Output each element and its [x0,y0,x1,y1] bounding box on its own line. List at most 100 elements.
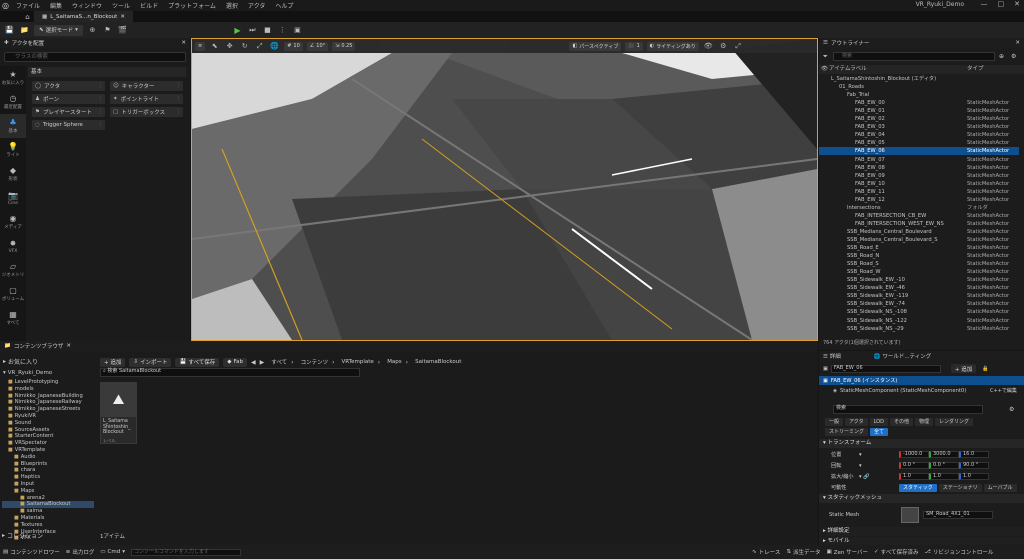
folder-tree-item[interactable]: ■ RyukiVR [2,413,94,420]
tab-rendering[interactable]: レンダリング [935,418,974,426]
visibility-column-icon[interactable]: 👁 [819,65,829,74]
panel-close-icon[interactable]: ✕ [66,343,71,349]
favorites-header[interactable]: ▸ お気に入り [0,356,95,366]
revision-control-button[interactable]: ⎇ リビジョンコントロール [925,548,994,556]
show-flags-icon[interactable]: 👁 [703,41,714,52]
translate-tool-icon[interactable]: ✥ [224,41,235,52]
viewport-scene[interactable] [192,39,817,340]
output-log-button[interactable]: ≡ 出力ログ [66,548,95,556]
drag-handle-icon[interactable]: ⋮ [98,122,104,128]
breadcrumb-vrtemplate[interactable]: VRTemplate [342,359,374,365]
folder-tree-item[interactable]: ■ Nimikko_JapaneseRailway [2,399,94,406]
close-icon[interactable]: ✕ [1014,0,1020,8]
level-tab[interactable]: ▦ L_SaitamaS...n_Blockout ✕ [34,11,133,22]
actor-item[interactable]: ♟ ポーン ⋮ [32,94,105,104]
scale-tool-icon[interactable]: ⤢ [254,41,265,52]
mobility-stationary[interactable]: ステーショナリ [938,483,982,492]
actor-item[interactable]: ▢ トリガーボックス ⋮ [110,107,183,117]
snap-angle-button[interactable]: ∠ 10° [306,41,329,51]
breadcrumb-maps[interactable]: Maps [387,359,401,365]
outliner-row[interactable]: SSB_Road_W StaticMeshActor [819,268,1019,276]
speed-button[interactable]: 🎥 1 [625,41,643,51]
breadcrumb-saitamablockout[interactable]: SaitamaBlockout [415,359,461,365]
outliner-row[interactable]: FAB_INTERSECTION_WEST_EW_NS StaticMeshAct… [819,220,1019,228]
add-content-icon[interactable]: ⊕ [87,25,98,36]
blueprint-icon[interactable]: ⚑ [102,25,113,36]
category-cine[interactable]: 📷 Cine [0,186,26,210]
menu-tools[interactable]: ツール [107,1,135,10]
menu-build[interactable]: ビルド [135,1,163,10]
location-z[interactable]: 16.0 [959,451,989,458]
play-options-icon[interactable]: ⋮ [277,25,288,36]
perspective-button[interactable]: ◧ パースペクティブ [569,41,622,51]
folder-tree-item[interactable]: ■ models [2,386,94,393]
folder-tree-item[interactable]: ■ chara [2,467,94,474]
maximize-viewport-icon[interactable]: ⤢ [733,41,744,52]
drag-handle-icon[interactable]: ⋮ [98,83,104,89]
outliner-row[interactable]: FAB_EW_03 StaticMeshActor [819,123,1019,131]
outliner-row[interactable]: FAB_EW_02 StaticMeshActor [819,115,1019,123]
folder-tree-item[interactable]: ■ Materials [2,515,94,522]
cinematics-icon[interactable]: 🎬 [117,25,128,36]
actor-item[interactable]: ✦ ポイントライト ⋮ [110,94,183,104]
add-component-button[interactable]: + 追加 [950,364,977,373]
outliner-row[interactable]: FAB_EW_06 StaticMeshActor [819,147,1019,156]
folder-tree-item[interactable]: ■ Blueprints [2,461,94,468]
outliner-row[interactable]: Fab_Trial [819,91,1019,99]
outliner-row[interactable]: FAB_EW_07 StaticMeshActor [819,156,1019,164]
actor-item[interactable]: ☺ キャラクター ⋮ [110,81,183,91]
snap-scale-button[interactable]: ⇲ 0.25 [332,41,356,51]
outliner-row[interactable]: FAB_EW_11 StaticMeshActor [819,188,1019,196]
tab-physics[interactable]: 物理 [915,418,934,426]
tab-actor[interactable]: アクタ [845,418,868,426]
content-search-input[interactable]: ⌕ 検索 SaitamaBlockout [100,368,360,377]
browse-icon[interactable]: 📁 [19,25,30,36]
rotation-x[interactable]: 0.0 ° [899,462,929,469]
panel-close-icon[interactable]: ✕ [1015,40,1020,46]
actor-name-field[interactable]: FAB_EW_06 [830,364,941,373]
outliner-row[interactable]: SSB_Road_E StaticMeshActor [819,244,1019,252]
outliner-row[interactable]: Intersections フォルダ [819,204,1019,212]
outliner-row[interactable]: SSB_Sidewalk_EW_-119 StaticMeshActor [819,292,1019,300]
menu-select[interactable]: 選択 [221,1,243,10]
outliner-row[interactable]: L_SaitamaShintoshin_Blockout (エディタ) [819,75,1019,83]
folder-tree-item[interactable]: ■ SaitamaBlockout [2,501,94,509]
menu-actor[interactable]: アクタ [243,1,270,10]
menu-file[interactable]: ファイル [11,1,45,10]
details-settings-icon[interactable]: ⚙ [1009,406,1014,413]
mobility-movable[interactable]: ムーバブル [983,483,1017,492]
world-local-icon[interactable]: 🌐 [269,41,280,52]
outliner-row[interactable]: SSB_Sidewalk_EW_-74 StaticMeshActor [819,300,1019,308]
folder-tree-item[interactable]: ■ LevelPrototyping [2,379,94,386]
asset-tile[interactable]: ⛰ L_Saitama Shintoshin_ Blockout レベル [100,382,137,444]
static-mesh-dropdown[interactable]: SM_Road_4X1_01 [923,511,993,519]
add-button[interactable]: + 追加 [100,357,126,367]
tab-lod[interactable]: LOD [869,418,888,426]
folder-tree-item[interactable]: ■ Textures [2,522,94,529]
drag-handle-icon[interactable]: ⋮ [98,109,104,115]
scale-z[interactable]: 1.0 [959,473,989,480]
outliner-row[interactable]: SSB_Medians_Central_Boulevard StaticMeshA… [819,228,1019,236]
outliner-row[interactable]: SSB_Sidewalk_EW_-10 StaticMeshActor [819,276,1019,284]
level-viewport[interactable]: ≡ ⬉ ✥ ↻ ⤢ 🌐 #10 ∠ 10° ⇲ 0.25 ◧ パースペクティブ 🎥 1 … [191,38,818,341]
outliner-row[interactable]: SSB_Sidewalk_NS_-108 StaticMeshActor [819,308,1019,316]
play-icon[interactable]: ▶ [232,25,243,36]
category-vfx[interactable]: ✸ VFX [0,234,26,258]
menu-window[interactable]: ウィンドウ [67,1,107,10]
content-drawer-button[interactable]: ▤ コンテンツドロワー [3,548,60,556]
folder-tree-item[interactable]: ■ SourceAssets [2,427,94,434]
panel-close-icon[interactable]: ✕ [181,40,186,46]
tab-general[interactable]: 一般 [825,418,844,426]
component-row[interactable]: ◈ StaticMeshComponent (StaticMeshComponen… [819,386,1024,395]
static-mesh-section[interactable]: ▾ スタティックメッシュ [819,494,1024,503]
outliner-row[interactable]: SSB_Sidewalk_EW_-46 StaticMeshActor [819,284,1019,292]
actor-item[interactable]: ◌ Trigger Sphere ⋮ [32,120,105,130]
category-recent[interactable]: ◷ 最近配置 [0,90,26,114]
outliner-row[interactable]: 01_Roads [819,83,1019,91]
settings-icon[interactable]: ⚙ [718,41,729,52]
outliner-row[interactable]: FAB_INTERSECTION_CB_EW StaticMeshActor [819,212,1019,220]
outliner-row[interactable]: SSB_Sidewalk_NS_-122 StaticMeshActor [819,317,1019,325]
maximize-icon[interactable]: □ [998,0,1005,8]
outliner-row[interactable]: SSB_Sidewalk_NS_-29 StaticMeshActor [819,325,1019,333]
tab-close-icon[interactable]: ✕ [120,14,125,20]
